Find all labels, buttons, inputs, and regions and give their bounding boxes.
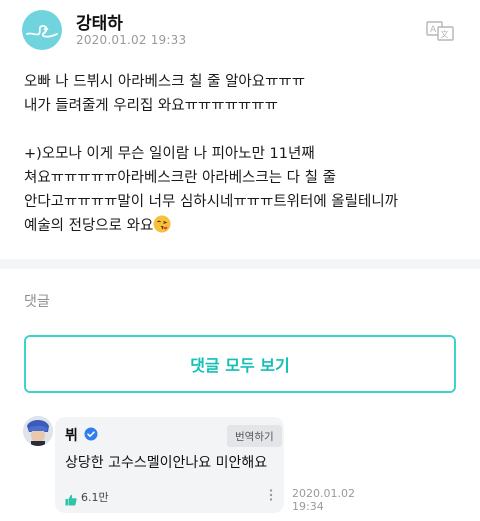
translate-icon[interactable]: A 文 xyxy=(425,20,455,42)
svg-text:文: 文 xyxy=(441,29,449,39)
post-date: 2020.01.02 19:33 xyxy=(76,33,187,47)
post-line: 내가 들려줄게 우리집 와요ㅠㅠㅠㅠㅠㅠㅠ xyxy=(24,98,278,114)
face-blowing-kiss-icon xyxy=(153,215,171,233)
translate-button[interactable]: 번역하기 xyxy=(227,425,282,447)
author-name[interactable]: 강태하 xyxy=(76,9,123,34)
post-line-last: 예술의 전당으로 와요 xyxy=(24,214,464,238)
post-line: 오빠 나 드뷔시 아라베스크 칠 줄 알아요ㅠㅠㅠ xyxy=(24,74,306,90)
post-line: +)오모나 이게 무슨 일이람 나 피아노만 11년째 xyxy=(24,146,315,162)
section-divider xyxy=(0,259,480,269)
heart-line-icon xyxy=(26,24,58,38)
reply-text: 상당한 고수스멜이안나요 미안해요 xyxy=(65,455,268,471)
comments-label: 댓글 xyxy=(24,294,50,310)
post-line: 예술의 전당으로 와요 xyxy=(24,218,154,234)
more-options-icon[interactable] xyxy=(268,487,274,501)
post-line-blank xyxy=(24,118,464,142)
post-line: 안다고ㅠㅠㅠㅠ말이 너무 심하시네ㅠㅠㅠ트위터에 올릴테니까 xyxy=(24,194,399,210)
reply-date-day: 2020.01.02 xyxy=(292,487,355,500)
reply-card: 뷔 번역하기 상당한 고수스멜이안나요 미안해요 6.1만 xyxy=(55,417,284,513)
post-header: 강태하 2020.01.02 19:33 A 文 xyxy=(0,0,480,56)
thumbs-up-icon xyxy=(65,491,77,506)
reply-date: 2020.01.02 19:34 xyxy=(292,487,355,513)
author-avatar[interactable] xyxy=(22,10,62,50)
reply-author-name[interactable]: 뷔 xyxy=(65,425,78,445)
like-button[interactable]: 6.1만 xyxy=(65,489,109,506)
view-all-comments-button[interactable]: 댓글 모두 보기 xyxy=(24,335,456,393)
reply-avatar[interactable] xyxy=(23,416,53,446)
like-count: 6.1만 xyxy=(81,491,109,504)
post-line: 쳐요ㅠㅠㅠㅠㅠ아라베스크란 아라베스크는 다 칠 줄 xyxy=(24,170,336,186)
post-body: 오빠 나 드뷔시 아라베스크 칠 줄 알아요ㅠㅠㅠ 내가 들려줄게 우리집 와요… xyxy=(24,70,464,238)
reply-date-time: 19:34 xyxy=(292,500,324,513)
svg-text:A: A xyxy=(430,25,437,35)
verified-badge-icon xyxy=(84,426,98,441)
